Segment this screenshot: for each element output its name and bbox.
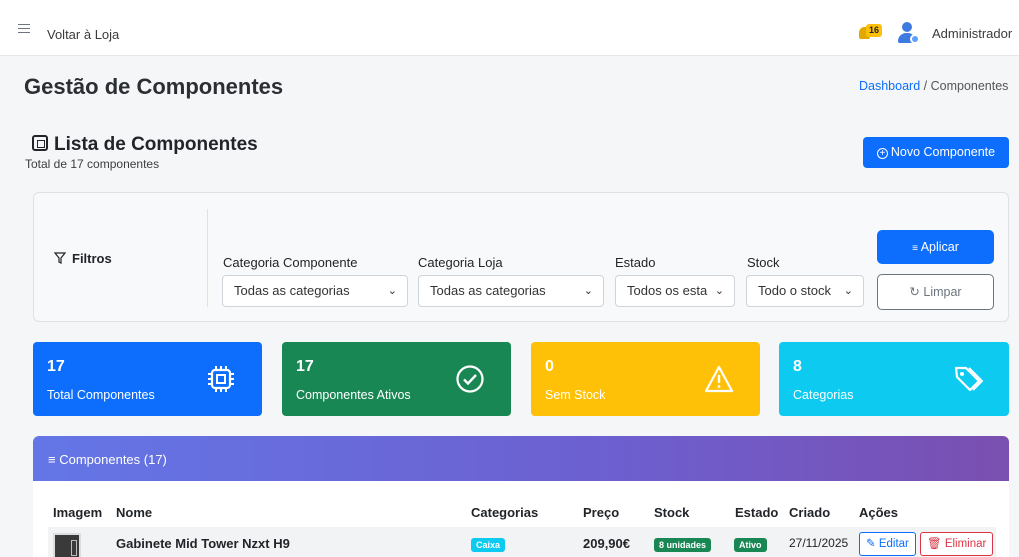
product-price: 209,90€ (583, 536, 630, 551)
product-name[interactable]: Gabinete Mid Tower Nzxt H9 (116, 536, 290, 551)
clear-filters-label: Limpar (923, 285, 962, 299)
cpu-icon (32, 135, 48, 151)
column-header-created[interactable]: Criado (789, 505, 830, 520)
stat-label: Total Componentes (47, 388, 155, 402)
stat-value: 17 (47, 358, 65, 375)
filters-title: Filtros (72, 251, 112, 266)
top-navbar: Voltar à Loja 16 Administrador (0, 0, 1019, 56)
pencil-icon: ✎ (866, 538, 876, 550)
back-to-store-link[interactable]: Voltar à Loja (47, 27, 119, 42)
table-title-text: Componentes (17) (59, 452, 167, 467)
filter-store-category-value: Todas as categorias (430, 283, 546, 298)
delete-button[interactable]: 🗑 Eliminar (920, 532, 994, 556)
stat-card-total: 17 Total Componentes (33, 342, 262, 416)
status-badge: Ativo (734, 538, 767, 552)
filter-stock-label: Stock (747, 255, 780, 270)
table-title: ≡ Componentes (17) (48, 452, 167, 467)
column-header-status[interactable]: Estado (735, 505, 778, 520)
trash-icon: 🗑 (927, 538, 942, 550)
column-header-stock[interactable]: Stock (654, 505, 689, 520)
admin-user-name[interactable]: Administrador (932, 26, 1012, 41)
column-header-image[interactable]: Imagem (53, 505, 102, 520)
column-header-price[interactable]: Preço (583, 505, 619, 520)
filter-status-value: Todos os esta (627, 283, 708, 298)
new-component-button[interactable]: + Novo Componente (863, 137, 1009, 168)
filter-status-select[interactable]: Todos os esta ⌄ (615, 275, 735, 307)
notifications-bell-icon[interactable]: 16 (858, 24, 883, 44)
chevron-down-icon: ⌄ (387, 285, 397, 297)
stat-card-out-of-stock: 0 Sem Stock (531, 342, 760, 416)
stat-value: 17 (296, 358, 314, 375)
created-date: 27/11/2025 (789, 536, 849, 550)
warning-icon (704, 365, 734, 393)
components-table-card: ≡ Componentes (17) Imagem Nome Categoria… (33, 436, 1009, 557)
stat-card-active: 17 Componentes Ativos (282, 342, 511, 416)
filter-store-category-label: Categoria Loja (418, 255, 503, 270)
list-lines-icon: ≡ (48, 452, 56, 467)
apply-filters-button[interactable]: ≡ Aplicar (877, 230, 994, 264)
filter-stock-select[interactable]: Todo o stock ⌄ (746, 275, 864, 307)
admin-user-icon[interactable] (897, 21, 923, 47)
breadcrumb: Dashboard / Componentes (859, 79, 1008, 93)
list-heading: Lista de Componentes (32, 134, 258, 156)
stat-label: Componentes Ativos (296, 388, 411, 402)
breadcrumb-dashboard-link[interactable]: Dashboard (859, 79, 920, 93)
filter-status-label: Estado (615, 255, 656, 270)
chevron-down-icon: ⌄ (714, 285, 724, 297)
new-component-label: Novo Componente (890, 145, 996, 159)
filter-component-category-select[interactable]: Todas as categorias ⌄ (222, 275, 408, 307)
refresh-icon: ↻ (909, 285, 920, 299)
cpu-icon (208, 366, 234, 392)
filter-stock-value: Todo o stock (758, 283, 831, 298)
edit-button[interactable]: ✎ Editar (859, 532, 916, 556)
filter-component-category-label: Categoria Componente (223, 255, 358, 270)
filter-component-category-value: Todas as categorias (234, 283, 350, 298)
notification-count-badge: 16 (866, 24, 883, 37)
list-title: Lista de Componentes (54, 134, 258, 155)
stat-value: 8 (793, 358, 802, 375)
page-title: Gestão de Componentes (24, 74, 284, 99)
stat-label: Sem Stock (545, 388, 606, 402)
edit-label: Editar (878, 538, 909, 550)
column-header-categories[interactable]: Categorias (471, 505, 538, 520)
menu-toggle-icon[interactable] (18, 24, 30, 34)
list-subtitle: Total de 17 componentes (25, 157, 160, 171)
filters-panel: Filtros Categoria Componente Todas as ca… (33, 192, 1009, 322)
filters-divider (207, 209, 208, 307)
chevron-down-icon: ⌄ (843, 285, 853, 297)
stat-card-categories: 8 Categorias (779, 342, 1009, 416)
column-header-name[interactable]: Nome (116, 505, 152, 520)
plus-circle-icon: + (876, 148, 888, 159)
stock-badge: 8 unidades (654, 538, 712, 552)
chevron-down-icon: ⌄ (583, 285, 593, 297)
filters-heading: Filtros (53, 251, 112, 266)
apply-filters-label: Aplicar (920, 240, 959, 254)
breadcrumb-current: Componentes (930, 79, 1009, 93)
stat-label: Categorias (793, 388, 854, 402)
check-circle-icon (456, 365, 484, 393)
tags-icon (954, 366, 983, 392)
clear-filters-button[interactable]: ↻ Limpar (877, 274, 994, 310)
category-badge: Caixa (471, 538, 506, 552)
stat-value: 0 (545, 358, 554, 375)
delete-label: Eliminar (944, 538, 987, 550)
filter-store-category-select[interactable]: Todas as categorias ⌄ (418, 275, 604, 307)
table-header-bar: ≡ Componentes (17) (33, 436, 1009, 481)
filter-lines-icon: ≡ (912, 243, 918, 254)
breadcrumb-separator: / (923, 79, 928, 93)
funnel-icon (53, 252, 67, 264)
column-header-actions: Ações (859, 505, 899, 520)
product-thumbnail (53, 533, 81, 557)
